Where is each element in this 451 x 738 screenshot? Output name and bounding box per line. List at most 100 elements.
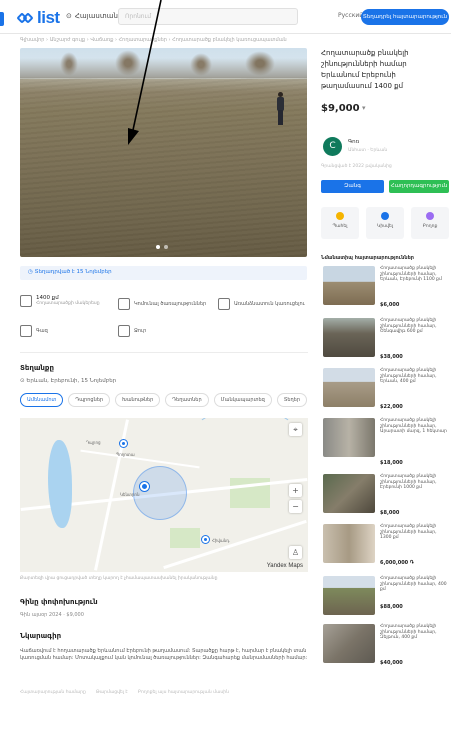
carousel-dot[interactable] [164,245,168,249]
map-radius [133,466,187,520]
similar-item[interactable]: Հողատարածք բնակելի շինությունների համար,… [321,624,449,666]
listing-title: Հողատարածք բնակելի շինությունների համար … [321,49,409,90]
seller-type: Անհատ · Երևան [348,148,388,153]
similar-item[interactable]: Հողատարածք բնակելի շինությունների համար,… [321,368,449,410]
tree [115,50,141,76]
poi-tab[interactable]: Մանկապարտեզ [213,393,272,407]
map-river [190,418,300,468]
breadcrumb[interactable]: Գլխավոր › Անշարժ գույք › Վաճառք › Հողատա… [20,37,310,43]
similar-item[interactable]: Հողատարածք բնակելի շինությունների համար,… [321,318,449,360]
language-switch[interactable]: Русский [338,12,363,19]
tree [190,53,212,76]
map-pin[interactable] [140,482,149,491]
currency-dropdown-icon[interactable]: ▾ [362,104,366,112]
poi-tab[interactable]: Դեղատներ [165,393,209,407]
map-park [170,528,200,548]
listing-updated: Թարմացվել է [95,690,128,695]
save-button[interactable]: Պահել [321,207,359,239]
feature-house: Առանձնատուն կառուցելու [218,298,305,310]
similar-item[interactable]: Հողատարածք բնակելի շինությունների համար,… [321,524,449,566]
search-placeholder: Որոնում [125,13,152,20]
top-header: list ⊙ Հայաստան Որոնում Русский Տեղադրել… [0,0,451,34]
similar-price: $22,000 [380,404,403,410]
report-button[interactable]: Բողոք [411,207,449,239]
logo-text: list [37,8,60,27]
similar-item[interactable]: Հողատարածք բնակելի շինությունների համար,… [321,266,449,308]
site-logo[interactable]: list [16,8,60,28]
location-title: Տեղանքը [20,364,54,372]
feature-water: Ջուր [118,325,146,337]
map-disclaimer: Քարտեզի վրա ցուցադրված տեղը կարող է չհամ… [20,576,218,581]
similar-text: Հողատարածք բնակելի շինությունների համար,… [380,368,437,385]
listing-photo[interactable] [20,48,307,257]
similar-thumbnail [323,368,375,407]
feature-label: Ջուր [134,328,147,334]
similar-item[interactable]: Հողատարածք բնակելի շինությունների համար,… [321,474,449,516]
map-zoom-out-button[interactable]: − [289,500,302,513]
address-text: Երևան, Էրեբունի, 15 Նոյեմբեր [26,378,117,384]
similar-text: Հողատարածք բնակելի շինությունների համար,… [380,418,447,435]
map-brand[interactable]: Yandex Maps [267,563,303,569]
similar-price: $6,000 [380,302,400,308]
similar-thumbnail [323,318,375,357]
map-lake [48,440,72,528]
map-label: Դպրոց [86,440,101,445]
posted-date: Տեղադրված է 15 Նոյեմբեր [34,269,112,275]
similar-thumbnail [323,266,375,305]
divider [20,352,308,353]
location-map[interactable]: Դպրոց Պողոտա Կենտրոն Հիվանդ. ⌖ + − ♙ Yan… [20,418,308,572]
report-link[interactable]: Բողոքել այս հայտարարության մասին [138,690,229,695]
posted-date-bar: ◷ Տեղադրված է 15 Նոյեմբեր [20,266,307,280]
map-person-button[interactable]: ♙ [289,546,302,559]
poi-tab[interactable]: Դպրոցներ [68,393,111,407]
poi-tabs: Ամենամոտ Դպրոցներ Խանութներ Դեղատներ Ման… [20,393,308,407]
poi-tab[interactable]: Խանութներ [115,393,161,407]
action-label: Կիսվել [377,224,393,229]
feature-label: Հողատարածքի մակերեսը [36,301,100,306]
listing-id: Հայտարարության համարը [20,690,86,695]
carousel-dot[interactable] [156,245,160,249]
similar-price: $38,000 [380,354,403,360]
field-texture [20,78,307,257]
share-button[interactable]: Կիսվել [366,207,404,239]
map-zoom-in-button[interactable]: + [289,484,302,497]
feature-label: Առանձնատուն կառուցելու [234,301,305,307]
feature-gas: Գազ [20,325,48,337]
similar-text: Հողատարածք բնակելի շինությունների համար,… [380,624,437,641]
similar-text: Հողատարածք բնակելի շինությունների համար,… [380,318,437,335]
person-figure [276,92,285,126]
listing-actions: Պահել Կիսվել Բողոք [321,207,449,239]
similar-item[interactable]: Հողատարածք բնակելի շինությունների համար,… [321,576,449,616]
action-label: Պահել [332,224,348,229]
location-label: Հայաստան [74,12,118,20]
map-pin[interactable] [120,440,127,447]
similar-item[interactable]: Հողատարածք բնակելի շինությունների համար,… [321,418,449,466]
message-button[interactable]: Հաղորդագրություն [389,180,449,193]
similar-thumbnail [323,474,375,513]
tree [245,51,275,76]
similar-price: 6,000,000 ֏ [380,560,414,566]
seller-avatar[interactable]: C [323,137,342,156]
tree [60,52,78,76]
house-icon [218,298,230,310]
call-button[interactable]: Զանգ [321,180,384,193]
carousel-dots[interactable] [156,245,168,249]
location-selector[interactable]: ⊙ Հայաստան [66,12,118,20]
search-input[interactable]: Որոնում [118,8,298,25]
post-ad-button[interactable]: Տեղադրել հայտարարություն [361,9,449,25]
utilities-icon [118,298,130,310]
price-history-line: Գին այսօր 2024 · $9,000 [20,612,84,618]
seller-name[interactable]: Գոռ [348,139,359,145]
star-icon [336,212,344,220]
map-pin[interactable] [202,536,209,543]
similar-price: $8,000 [380,510,400,516]
poi-tab[interactable]: Տեղեր [276,393,308,407]
feature-utilities: Կոմունալ ծառայություններ [118,298,206,310]
description-text: Վաճառվում է հողատարածք Երևանում Էրեբունի… [20,648,308,661]
location-address: ⊙ Երևան, Էրեբունի, 15 Նոյեմբեր [20,378,116,384]
poi-tab[interactable]: Ամենամոտ [20,393,64,407]
similar-text: Հողատարածք բնակելի շինությունների համար,… [380,474,437,491]
map-locate-button[interactable]: ⌖ [289,423,302,436]
listing-footer-links: Հայտարարության համարը Թարմացվել է Բողոքե… [20,690,229,695]
gas-icon [20,325,32,337]
